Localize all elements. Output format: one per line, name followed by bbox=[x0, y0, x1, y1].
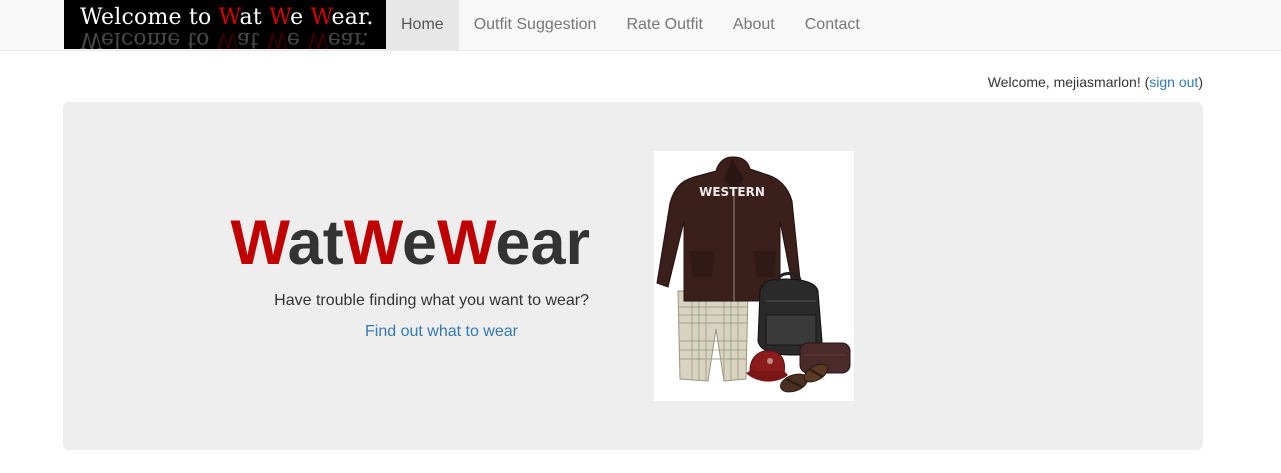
nav-item-home[interactable]: Home bbox=[386, 0, 459, 50]
nav-item-contact[interactable]: Contact bbox=[790, 0, 875, 50]
welcome-suffix: ) bbox=[1198, 74, 1203, 90]
outfit-illustration: WESTERN bbox=[656, 156, 851, 393]
hero-jumbotron: WatWeWear Have trouble finding what you … bbox=[63, 102, 1203, 450]
nav-item-rate-outfit[interactable]: Rate Outfit bbox=[611, 0, 717, 50]
hoodie-logo-text: WESTERN bbox=[699, 185, 765, 199]
red-cap bbox=[746, 350, 788, 382]
hero-tagline: Have trouble finding what you want to we… bbox=[274, 292, 589, 309]
brand-logo-reflection: Welcome to Wat We Wear. bbox=[80, 27, 369, 49]
outfit-image: WESTERN bbox=[654, 151, 854, 401]
main-nav: Home Outfit Suggestion Rate Outfit About… bbox=[386, 0, 875, 50]
welcome-text: Welcome, mejiasmarlon! ( bbox=[987, 74, 1150, 90]
hero-title: WatWeWear bbox=[230, 208, 590, 278]
sign-out-link[interactable]: sign out bbox=[1149, 74, 1198, 90]
top-navbar: Welcome to Wat We Wear. Welcome to Wat W… bbox=[0, 0, 1281, 51]
nav-item-outfit-suggestion[interactable]: Outfit Suggestion bbox=[459, 0, 612, 50]
user-welcome: Welcome, mejiasmarlon! (sign out) bbox=[988, 74, 1203, 90]
plaid-shorts bbox=[677, 290, 749, 382]
brand-logo[interactable]: Welcome to Wat We Wear. Welcome to Wat W… bbox=[64, 0, 386, 49]
find-outfit-link[interactable]: Find out what to wear bbox=[365, 323, 518, 341]
nav-item-about[interactable]: About bbox=[718, 0, 790, 50]
